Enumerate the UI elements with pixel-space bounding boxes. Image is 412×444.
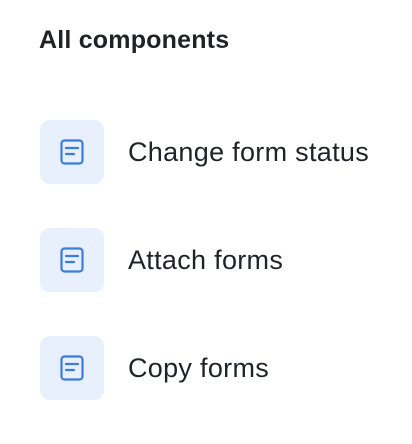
component-item-copy-forms[interactable]: Copy forms bbox=[40, 336, 412, 400]
component-label: Copy forms bbox=[128, 352, 270, 383]
icon-tile bbox=[40, 120, 104, 184]
section-title: All components bbox=[39, 26, 230, 54]
component-label: Change form status bbox=[128, 136, 370, 167]
icon-tile bbox=[40, 336, 104, 400]
component-list: Change form status Attach forms Copy for… bbox=[40, 120, 412, 444]
icon-tile bbox=[40, 228, 104, 292]
form-icon bbox=[60, 355, 84, 381]
component-item-change-form-status[interactable]: Change form status bbox=[40, 120, 412, 184]
component-label: Attach forms bbox=[128, 244, 284, 275]
component-item-attach-forms[interactable]: Attach forms bbox=[40, 228, 412, 292]
form-icon bbox=[60, 247, 84, 273]
form-icon bbox=[60, 139, 84, 165]
